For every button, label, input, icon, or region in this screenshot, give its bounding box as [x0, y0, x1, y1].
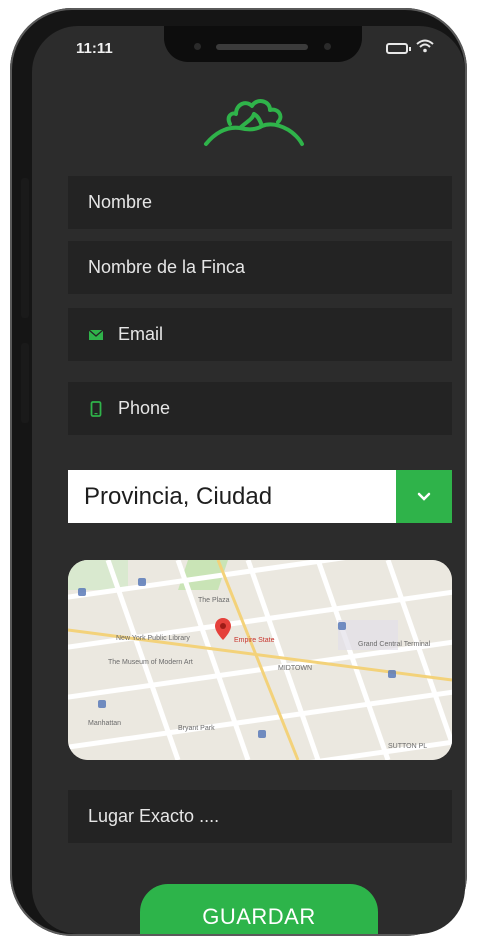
- location-select-value: Provincia, Ciudad: [84, 482, 273, 510]
- phone-frame: 11:11 Nombre Nombre de la Finca Email Ph…: [10, 8, 467, 936]
- map-label: Manhattan: [88, 720, 121, 727]
- battery-icon: [386, 43, 411, 54]
- camera-icon: [194, 43, 201, 50]
- email-field[interactable]: Email: [68, 308, 452, 361]
- map-image: The Plaza New York Public Library The Mu…: [68, 560, 452, 760]
- map-marker-label: Empire State: [234, 637, 275, 644]
- exact-place-field-placeholder: Lugar Exacto ....: [88, 806, 220, 826]
- map-label: The Plaza: [198, 597, 230, 604]
- map-label: Bryant Park: [178, 725, 215, 732]
- exact-place-field[interactable]: Lugar Exacto ....: [68, 790, 452, 843]
- map-label: MIDTOWN: [278, 665, 312, 672]
- email-field-placeholder: Email: [118, 324, 164, 344]
- location-dropdown-button[interactable]: [396, 470, 452, 523]
- phone-field-placeholder: Phone: [118, 398, 171, 418]
- phone-icon: [90, 400, 102, 417]
- wifi-icon: [416, 39, 434, 53]
- app-screen: 11:11 Nombre Nombre de la Finca Email Ph…: [32, 26, 465, 934]
- map-label: Grand Central Terminal: [358, 641, 431, 648]
- farm-name-field[interactable]: Nombre de la Finca: [68, 241, 452, 294]
- save-button[interactable]: GUARDAR: [140, 884, 378, 934]
- email-icon: [88, 329, 104, 340]
- map-label: SUTTON PL: [388, 743, 427, 750]
- location-map[interactable]: The Plaza New York Public Library The Mu…: [68, 560, 452, 760]
- location-select[interactable]: Provincia, Ciudad: [68, 470, 452, 523]
- status-time: 11:11: [76, 40, 113, 57]
- save-button-label: GUARDAR: [202, 904, 316, 929]
- power-button: [21, 343, 29, 423]
- volume-button: [21, 178, 29, 318]
- speaker: [216, 44, 308, 50]
- name-field[interactable]: Nombre: [68, 176, 452, 229]
- sensor-icon: [324, 43, 331, 50]
- phone-field[interactable]: Phone: [68, 382, 452, 435]
- farm-name-field-placeholder: Nombre de la Finca: [88, 257, 246, 277]
- name-field-placeholder: Nombre: [88, 192, 153, 212]
- notch: [164, 26, 362, 62]
- chevron-down-icon: [417, 492, 431, 501]
- map-label: The Museum of Modern Art: [108, 659, 193, 666]
- map-label: New York Public Library: [116, 635, 190, 642]
- leaf-logo-icon: [204, 99, 304, 146]
